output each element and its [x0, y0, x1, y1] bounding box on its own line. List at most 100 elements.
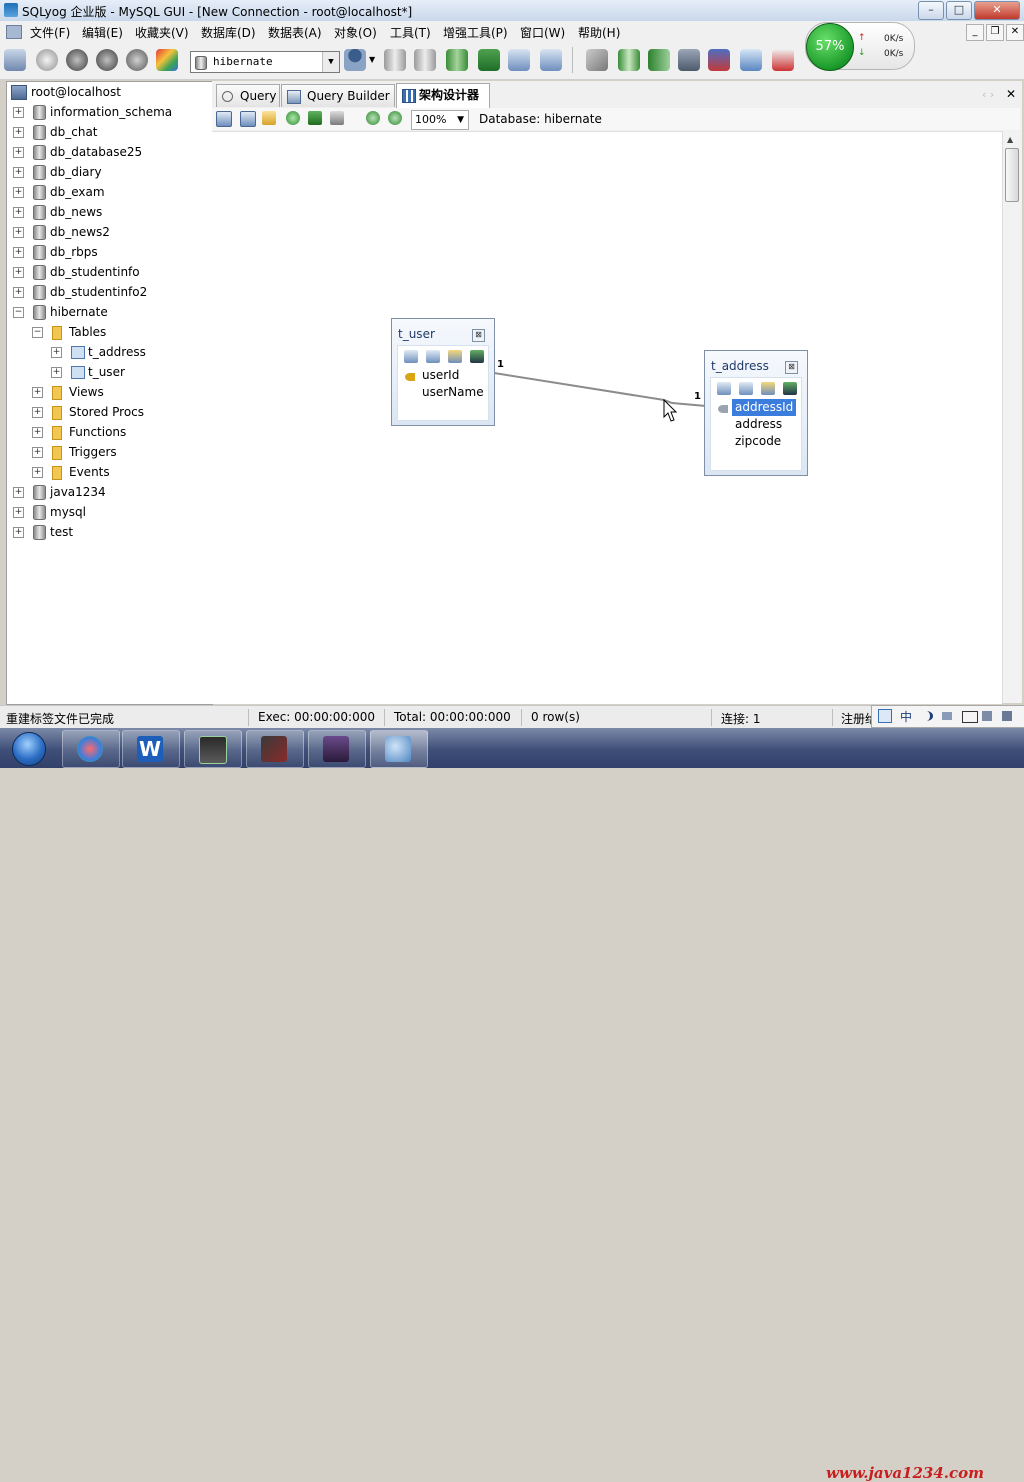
browse-data-icon[interactable] — [783, 382, 797, 395]
open-folder-icon[interactable] — [262, 111, 276, 125]
scroll-up-icon[interactable]: ▲ — [1007, 135, 1013, 144]
manage-index-icon[interactable] — [426, 350, 440, 363]
tab-query-builder[interactable]: Query Builder — [281, 84, 395, 107]
export-image-icon[interactable] — [308, 111, 322, 125]
table-data-icon[interactable] — [508, 49, 530, 71]
schema-sync-icon[interactable] — [156, 49, 178, 71]
close-tab-icon[interactable]: ✕ — [1006, 87, 1016, 101]
expand-icon[interactable]: + — [13, 207, 24, 218]
canvas-vertical-scrollbar[interactable]: ▲ — [1002, 131, 1021, 703]
import-icon[interactable] — [478, 49, 500, 71]
menu-objects[interactable]: 对象(O) — [334, 24, 377, 41]
entity-t-user[interactable]: t_user ⊠ userId userName — [391, 318, 495, 426]
backup-icon[interactable] — [446, 49, 468, 71]
zoom-out-icon[interactable] — [388, 111, 402, 125]
menu-window[interactable]: 窗口(W) — [520, 24, 565, 41]
remove-table-icon[interactable] — [240, 111, 256, 127]
expand-icon[interactable]: + — [13, 227, 24, 238]
sync-icon[interactable] — [648, 49, 670, 71]
expand-icon[interactable]: + — [32, 447, 43, 458]
user-manager-icon[interactable] — [344, 49, 366, 71]
relation-line[interactable] — [493, 372, 707, 407]
chevron-down-icon[interactable]: ▼ — [457, 111, 464, 129]
entity-close-icon[interactable]: ⊠ — [785, 361, 798, 374]
migration-icon[interactable] — [678, 49, 700, 71]
entity-close-icon[interactable]: ⊠ — [472, 329, 485, 342]
collapse-icon[interactable]: − — [13, 307, 24, 318]
copy-database-icon[interactable] — [618, 49, 640, 71]
zoom-in-icon[interactable] — [366, 111, 380, 125]
collapse-icon[interactable]: − — [32, 327, 43, 338]
expand-icon[interactable]: + — [13, 127, 24, 138]
add-column-icon[interactable] — [717, 382, 731, 395]
expand-icon[interactable]: + — [13, 527, 24, 538]
expand-icon[interactable]: + — [13, 187, 24, 198]
menu-file[interactable]: 文件(F) — [30, 24, 70, 41]
tab-schema-designer[interactable]: 架构设计器 — [396, 83, 490, 108]
taskbar-editor[interactable] — [246, 730, 304, 768]
tab-scroll-arrows[interactable]: ‹ › — [982, 88, 994, 101]
field-username[interactable]: userName — [419, 384, 487, 401]
execute-query-icon[interactable] — [66, 49, 88, 71]
expand-icon[interactable]: + — [13, 287, 24, 298]
alter-database-icon[interactable] — [414, 49, 436, 71]
execute-all-icon[interactable] — [96, 49, 118, 71]
add-table-icon[interactable] — [216, 111, 232, 127]
refresh-icon[interactable] — [286, 111, 300, 125]
menu-edit[interactable]: 编辑(E) — [82, 24, 123, 41]
tools-icon[interactable] — [586, 49, 608, 71]
taskbar-terminal[interactable] — [184, 730, 242, 768]
ime-settings-icon[interactable] — [1002, 711, 1012, 721]
mdi-close-button[interactable]: ✕ — [1006, 24, 1024, 41]
chevron-down-icon[interactable]: ▼ — [322, 52, 339, 72]
relationship-icon[interactable] — [448, 350, 462, 363]
user-dropdown-icon[interactable]: ▼ — [369, 55, 375, 64]
expand-icon[interactable]: + — [13, 147, 24, 158]
taskbar-sqlyog[interactable] — [370, 730, 428, 768]
object-browser[interactable]: root@localhost + information_schema + db_ch… — [6, 81, 213, 705]
ime-logo-icon[interactable] — [878, 709, 892, 723]
menu-favorites[interactable]: 收藏夹(V) — [135, 24, 189, 41]
taskbar-app-1[interactable] — [62, 730, 120, 768]
start-button[interactable] — [4, 728, 50, 768]
mdi-restore-button[interactable]: ❐ — [986, 24, 1004, 41]
field-userid[interactable]: userId — [419, 367, 462, 384]
expand-icon[interactable]: + — [13, 167, 24, 178]
create-database-icon[interactable] — [384, 49, 406, 71]
expand-icon[interactable]: + — [13, 247, 24, 258]
scheduler-icon[interactable] — [708, 49, 730, 71]
menu-table[interactable]: 数据表(A) — [268, 24, 322, 41]
mdi-window-icon[interactable] — [6, 25, 22, 39]
browse-data-icon[interactable] — [470, 350, 484, 363]
expand-icon[interactable]: + — [32, 387, 43, 398]
menu-database[interactable]: 数据库(D) — [201, 24, 256, 41]
scrollbar-thumb[interactable] — [1005, 148, 1019, 202]
designer-icon[interactable] — [740, 49, 762, 71]
expand-icon[interactable]: + — [32, 407, 43, 418]
field-zipcode[interactable]: zipcode — [732, 433, 784, 450]
expand-icon[interactable]: + — [13, 267, 24, 278]
menu-help[interactable]: 帮助(H) — [578, 24, 620, 41]
expand-icon[interactable]: + — [32, 467, 43, 478]
manage-index-icon[interactable] — [739, 382, 753, 395]
menu-tools[interactable]: 工具(T) — [390, 24, 431, 41]
field-address[interactable]: address — [732, 416, 785, 433]
ime-punctuation-icon[interactable] — [942, 712, 952, 720]
maximize-button[interactable]: □ — [946, 1, 972, 20]
expand-icon[interactable]: + — [51, 367, 62, 378]
expand-icon[interactable]: + — [51, 347, 62, 358]
table-structure-icon[interactable] — [540, 49, 562, 71]
zoom-select[interactable]: 100% ▼ — [411, 110, 469, 130]
print-icon[interactable] — [330, 111, 344, 125]
add-column-icon[interactable] — [404, 350, 418, 363]
tab-query[interactable]: Query — [216, 84, 280, 107]
taskbar-wps-writer[interactable]: W — [122, 730, 180, 768]
ime-halfwidth-icon[interactable] — [920, 711, 933, 721]
ime-keyboard-icon[interactable] — [962, 711, 978, 723]
field-addressid[interactable]: addressId — [732, 399, 797, 416]
connection-icon[interactable] — [36, 49, 58, 71]
database-select[interactable]: hibernate ▼ — [190, 51, 340, 73]
expand-icon[interactable]: + — [32, 427, 43, 438]
ime-chinese-mode[interactable]: 中 — [900, 708, 912, 725]
new-connection-icon[interactable] — [4, 49, 26, 71]
